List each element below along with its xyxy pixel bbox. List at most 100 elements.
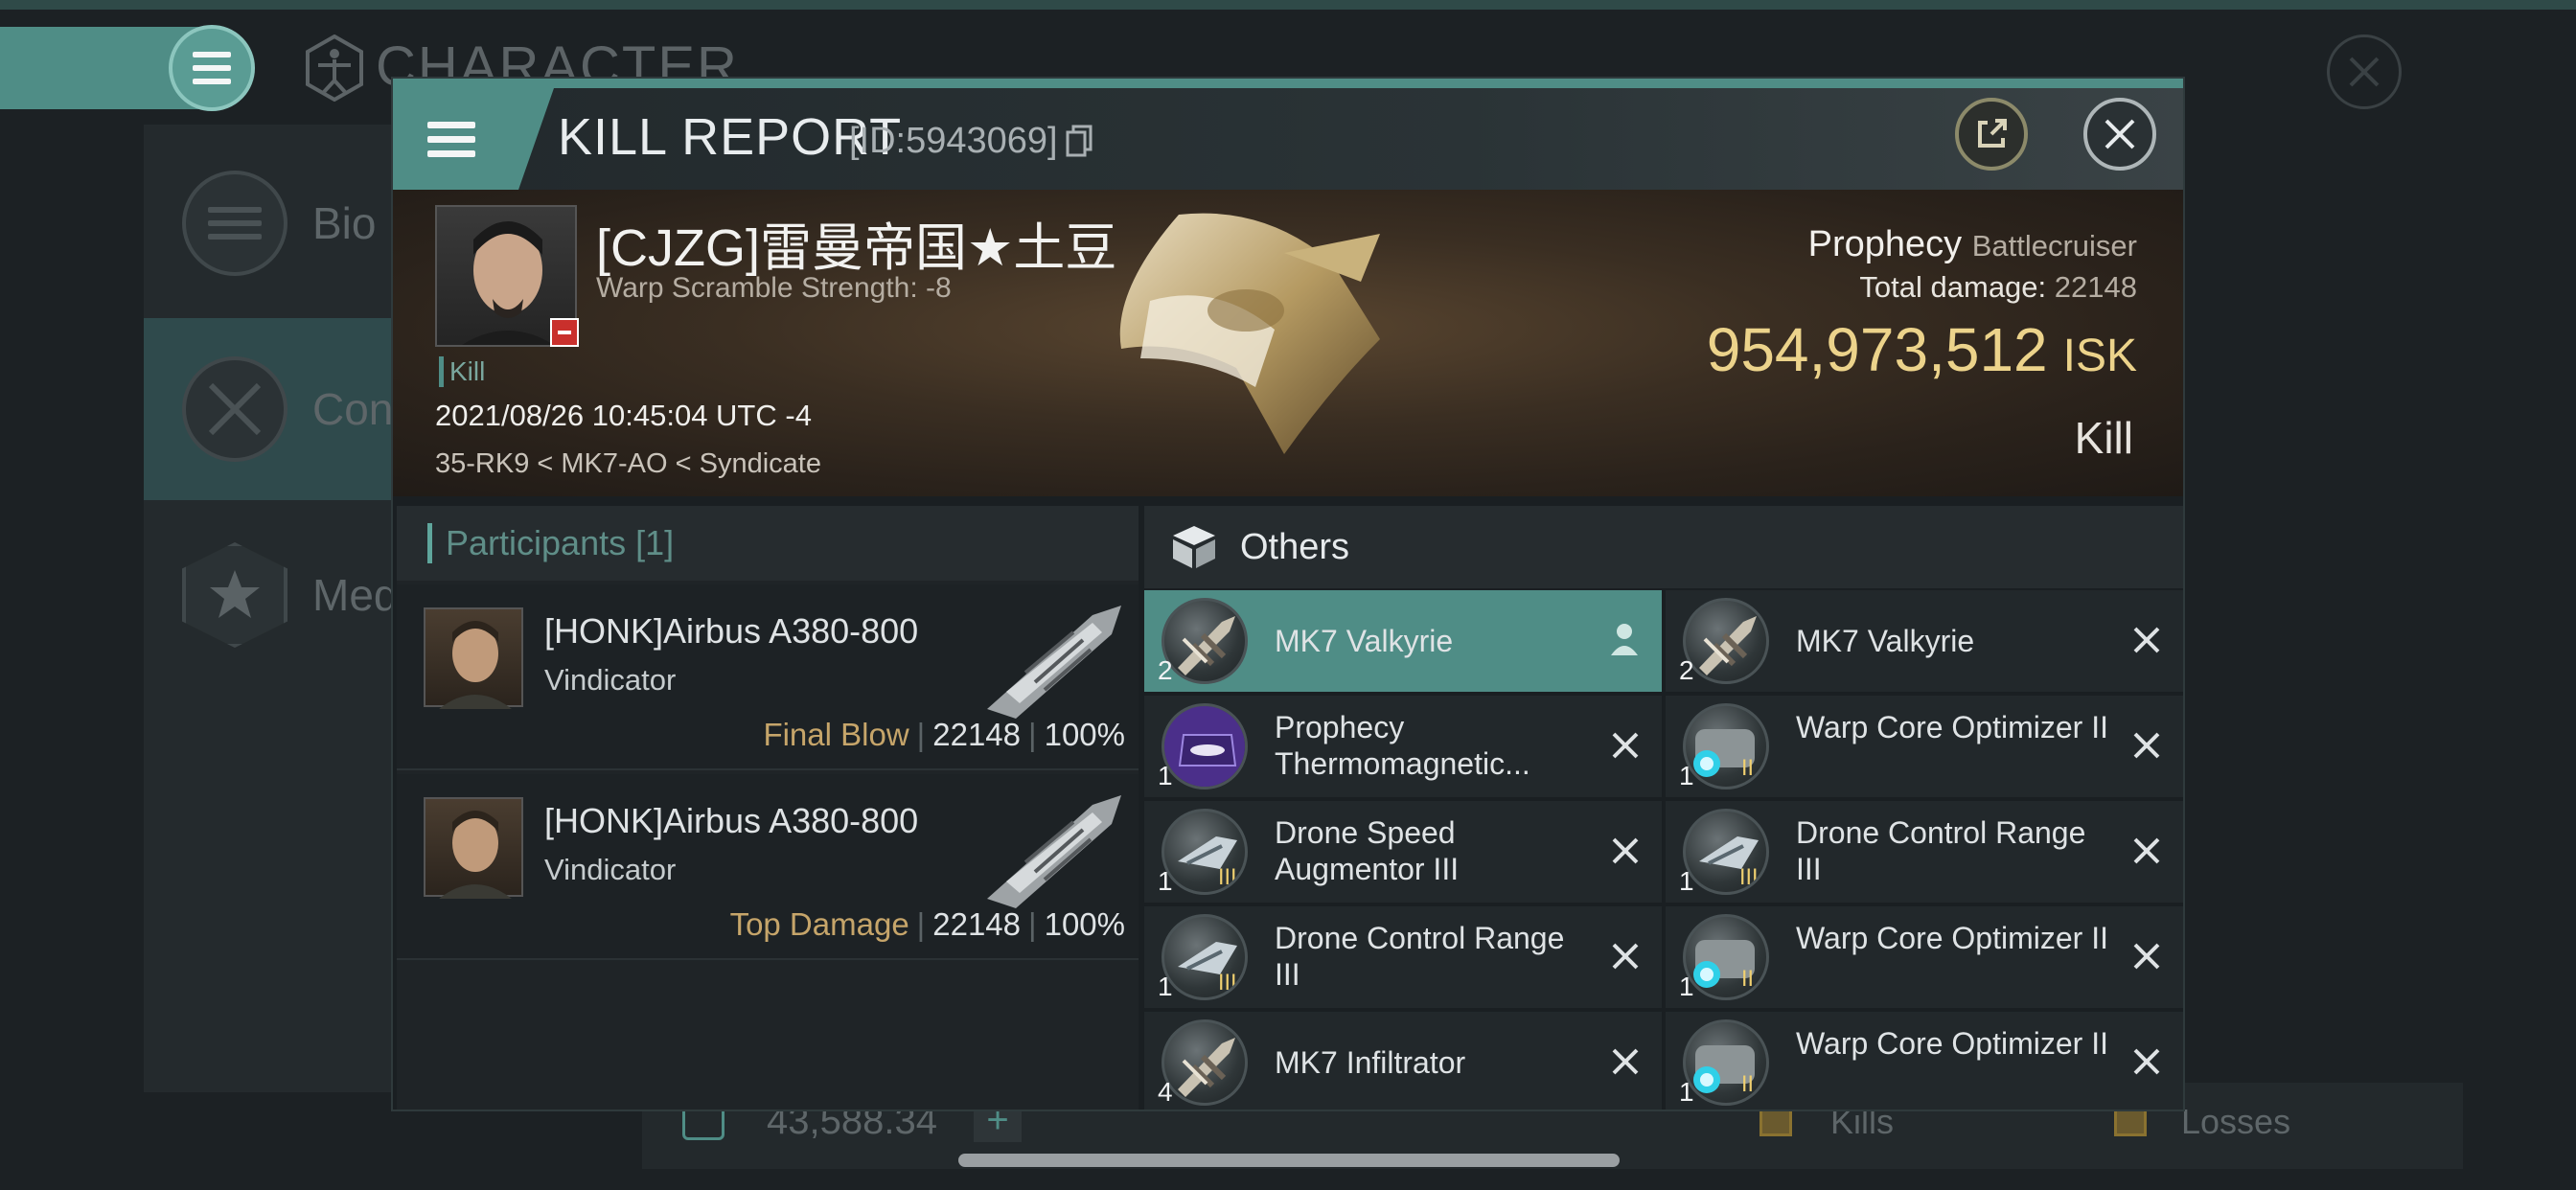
item-cell[interactable]: II 1 Warp Core Optimizer II (1666, 1012, 2183, 1110)
item-cell[interactable]: 1 Prophecy Thermomagnetic... (1144, 696, 1662, 799)
item-name: Prophecy Thermomagnetic... (1275, 710, 1530, 781)
isk-loss: 954,973,512 ISK (1707, 314, 2137, 385)
participants-header: Participants [1] (397, 506, 1138, 581)
participants-panel: Participants [1] [HONK]Airbus A380-800 V… (397, 506, 1138, 1110)
participants-title: Participants [1] (446, 523, 675, 562)
header-accent-bar (427, 523, 432, 563)
close-icon[interactable] (1610, 941, 1641, 972)
kill-tag: Kill (439, 356, 485, 387)
close-icon[interactable] (1610, 730, 1641, 761)
background-close-button[interactable] (2327, 34, 2402, 109)
item-name: Drone Control Range III (1796, 815, 2086, 886)
participant-damage: 22148 (932, 717, 1022, 752)
total-damage-label: Total damage: (1859, 270, 2047, 304)
background-menu-button[interactable] (169, 25, 255, 111)
svg-text:III: III (1218, 972, 1236, 995)
person-icon[interactable] (1608, 621, 1641, 657)
item-cell[interactable]: II 1 Warp Core Optimizer II (1666, 906, 2183, 1010)
pilot-portrait-icon (439, 621, 512, 709)
kill-id: [ID:5943069] (849, 121, 1058, 161)
item-quantity: 1 (1679, 761, 1694, 790)
losses-legend-label: Losses (2181, 1102, 2291, 1141)
svg-text:III: III (1218, 866, 1236, 890)
isk-unit: ISK (2062, 331, 2137, 381)
home-indicator[interactable] (958, 1154, 1620, 1167)
drone-module-icon: III (1683, 809, 1769, 895)
drone-module-icon: III (1162, 809, 1248, 895)
participant-portrait[interactable] (424, 797, 523, 899)
victim-banner: [CJZG]雷曼帝国★土豆 Warp Scramble Strength: -8… (393, 190, 2183, 496)
participant-name: [HONK]Airbus A380-800 (544, 611, 919, 651)
copy-icon[interactable] (1066, 125, 1092, 157)
close-icon[interactable] (1610, 835, 1641, 866)
close-icon (2349, 57, 2380, 87)
svg-text:III: III (1739, 866, 1758, 890)
participant-stats: Final Blow | 22148 | 100% (763, 717, 1125, 752)
warp-core-icon: II (1683, 914, 1769, 1000)
participant-row[interactable]: [HONK]Airbus A380-800 Vindicator Top Dam… (397, 774, 1138, 960)
participant-name: [HONK]Airbus A380-800 (544, 801, 919, 840)
drone-icon (1683, 598, 1769, 684)
warp-scramble-strength: Warp Scramble Strength: -8 (596, 272, 952, 304)
item-cell[interactable]: 2 MK7 Valkyrie (1144, 590, 1662, 694)
victim-ship-name: Prophecy (1807, 224, 1963, 264)
drone-icon (1162, 1019, 1248, 1106)
item-name: Warp Core Optimizer II (1796, 1026, 2108, 1061)
battlecruiser-ship-icon (1119, 213, 1380, 454)
close-icon[interactable] (1610, 1046, 1641, 1077)
close-icon[interactable] (2131, 1046, 2162, 1077)
item-cell[interactable]: 2 MK7 Valkyrie (1666, 590, 2183, 694)
item-quantity: 1 (1679, 1077, 1694, 1107)
menu-icon (427, 121, 475, 157)
item-quantity: 1 (1158, 972, 1173, 1001)
close-icon[interactable] (2131, 730, 2162, 761)
item-quantity: 4 (1158, 1077, 1173, 1107)
sidebar-item-label: Con (312, 384, 394, 434)
svg-text:II: II (1741, 757, 1754, 781)
participant-portrait[interactable] (424, 607, 523, 709)
sidebar-item-medals[interactable]: Med (144, 504, 431, 686)
share-button[interactable] (1955, 98, 2028, 171)
item-quantity: 1 (1679, 866, 1694, 896)
participant-damage: 22148 (932, 906, 1022, 942)
pilot-portrait-icon (439, 811, 512, 899)
item-cell[interactable]: 4 MK7 Infiltrator (1144, 1012, 1662, 1110)
warp-core-icon: II (1683, 1019, 1769, 1106)
vitruvian-icon (306, 34, 363, 102)
sidebar-item-combat[interactable]: Con (144, 318, 431, 500)
corp-badge (550, 318, 579, 347)
result-label: Kill (2074, 413, 2133, 463)
others-title: Others (1240, 526, 1350, 567)
sidebar-item-bio[interactable]: Bio (144, 132, 431, 314)
item-cell[interactable]: III 1 Drone Control Range III (1666, 801, 2183, 904)
close-icon[interactable] (2131, 941, 2162, 972)
close-icon[interactable] (2131, 835, 2162, 866)
skin-icon (1162, 703, 1248, 790)
list-icon (182, 171, 288, 276)
item-quantity: 2 (1158, 655, 1173, 685)
victim-ship: Prophecy Battlecruiser (1808, 224, 2137, 265)
star-medal-icon (182, 542, 288, 648)
item-cell[interactable]: III 1 Drone Control Range III (1144, 906, 1662, 1010)
item-name: Drone Speed Augmentor III (1275, 815, 1460, 886)
cargo-box-icon (1173, 526, 1215, 568)
item-name: Warp Core Optimizer II (1796, 921, 2108, 955)
item-quantity: 1 (1158, 866, 1173, 896)
item-cell[interactable]: III 1 Drone Speed Augmentor III (1144, 801, 1662, 904)
total-damage: Total damage: 22148 (1859, 270, 2137, 305)
total-damage-value: 22148 (2054, 270, 2137, 304)
item-cell[interactable]: II 1 Warp Core Optimizer II (1666, 696, 2183, 799)
participant-row[interactable]: [HONK]Airbus A380-800 Vindicator Final B… (397, 584, 1138, 770)
participant-stats: Top Damage | 22148 | 100% (729, 906, 1125, 942)
victim-name: [CJZG]雷曼帝国★土豆 (596, 219, 1117, 277)
close-icon[interactable] (2131, 625, 2162, 655)
battleship-ship-icon (987, 795, 1121, 908)
others-panel: Others 2 MK7 Valkyrie 2 MK7 Valkyrie 1 Prophe… (1144, 506, 2183, 1110)
isk-value: 954,973,512 (1706, 315, 2048, 384)
svg-text:II: II (1741, 1073, 1754, 1097)
close-button[interactable] (2083, 98, 2156, 171)
warp-core-icon: II (1683, 703, 1769, 790)
kill-report-dialog: KILL REPORT [ID:5943069] [CJZG]雷曼帝国★土豆 W… (391, 77, 2185, 1111)
item-name: MK7 Valkyrie (1796, 624, 1975, 658)
participant-percent: 100% (1044, 717, 1125, 752)
